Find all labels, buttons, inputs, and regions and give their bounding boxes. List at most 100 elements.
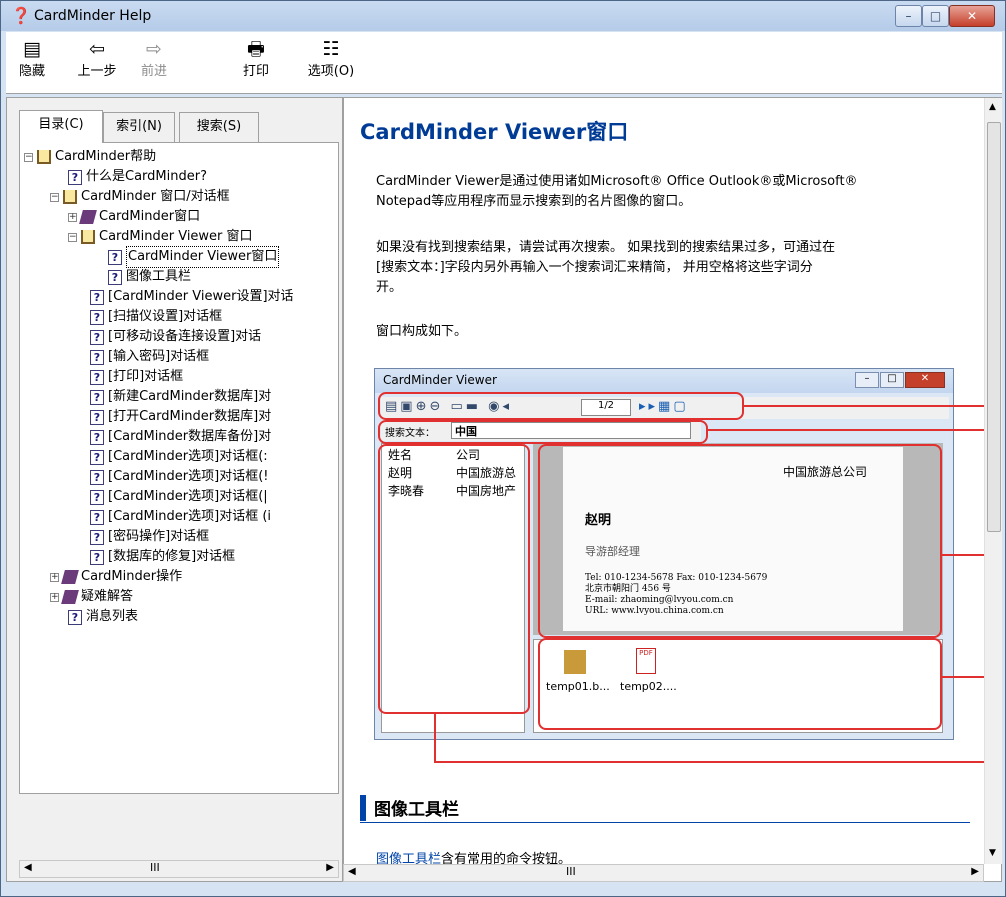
help-topic-icon: ? (90, 369, 104, 385)
topic-vertical-scrollbar[interactable]: ▲ ▼ (984, 98, 1002, 864)
tree-node-topic[interactable]: ? [CardMinder数据库备份]对 (90, 427, 271, 447)
tree-node-topic[interactable]: ? [输入密码]对话框 (90, 347, 209, 367)
close-button[interactable]: ✕ (949, 5, 995, 27)
tree-node-topic[interactable]: ? 什么是CardMinder? (68, 167, 207, 187)
tab-index[interactable]: 索引(N) (103, 112, 175, 142)
help-topic-icon: ? (90, 529, 104, 545)
maximize-button[interactable]: □ (922, 5, 949, 27)
scroll-left-icon[interactable]: ◀ (348, 866, 356, 877)
tree-node-topic[interactable]: ? [密码操作]对话框 (90, 527, 209, 547)
tree-node-topic[interactable]: ? [CardMinder Viewer设置]对话 (90, 287, 294, 307)
tree-node-root[interactable]: − CardMinder帮助 (24, 147, 156, 167)
forward-arrow-icon: ⇨ (146, 38, 162, 60)
tree-node-book[interactable]: − CardMinder 窗口/对话框 (50, 187, 230, 207)
topic-horizontal-scrollbar[interactable]: ◀ III ▶ (343, 864, 984, 882)
topic-pane: CardMinder Viewer窗口 CardMinder Viewer是通过… (343, 97, 1002, 882)
tree-node-book[interactable]: + CardMinder操作 (50, 567, 182, 587)
help-window: ❓ CardMinder Help – □ ✕ ▤ 隐藏 ⇦ 上一步 ⇨ 前进 🖶 打印… (0, 0, 1006, 897)
collapse-icon[interactable]: − (24, 152, 33, 162)
title-bar: ❓ CardMinder Help – □ ✕ (1, 1, 1005, 31)
tree-node-book[interactable]: + CardMinder窗口 (68, 207, 200, 227)
tree-node-topic[interactable]: ? [扫描仪设置]对话框 (90, 307, 222, 327)
collapse-icon[interactable]: − (68, 232, 77, 242)
viewer-titlebar: CardMinder Viewer – □ ✕ (375, 369, 953, 393)
scroll-down-icon[interactable]: ▼ (989, 848, 996, 858)
options-button[interactable]: ☷ 选项(O) (306, 38, 356, 79)
help-topic-icon: ? (90, 329, 104, 345)
help-topic-icon: ? (90, 449, 104, 465)
tree-node-topic[interactable]: ? [可移动设备连接设置]对话 (90, 327, 261, 347)
tree-horizontal-scrollbar[interactable]: ◀ III ▶ (19, 860, 339, 878)
callout-line (942, 676, 984, 678)
closed-book-icon (79, 210, 97, 224)
help-topic-icon: ? (90, 489, 104, 505)
help-topic-icon: ? (90, 549, 104, 565)
tree-node-book[interactable]: + 疑难解答 (50, 587, 133, 607)
layout-paragraph: 窗口构成如下。 (376, 324, 468, 339)
help-topic-icon: ? (90, 469, 104, 485)
minimize-button[interactable]: – (895, 5, 922, 27)
callout-card (538, 444, 942, 638)
expand-icon[interactable]: + (68, 212, 77, 222)
help-topic-icon: ? (90, 429, 104, 445)
forward-button[interactable]: ⇨ 前进 (136, 38, 172, 79)
closed-book-icon (61, 570, 79, 584)
callout-list (378, 444, 530, 714)
navigation-pane: 目录(C) 索引(N) 搜索(S) − CardMinder帮助 ? 什么是Card… (6, 97, 343, 882)
tree-node-book[interactable]: − CardMinder Viewer 窗口 (68, 227, 253, 247)
scroll-left-icon[interactable]: ◀ (24, 862, 32, 873)
hide-button[interactable]: ▤ 隐藏 (14, 38, 50, 79)
expand-icon[interactable]: + (50, 592, 59, 602)
back-button[interactable]: ⇦ 上一步 (74, 38, 120, 79)
scroll-thumb[interactable]: III (566, 865, 576, 878)
help-topic-icon: ? (108, 249, 122, 265)
tree-node-topic[interactable]: ? [新建CardMinder数据库]对 (90, 387, 271, 407)
scroll-right-icon[interactable]: ▶ (971, 866, 979, 877)
collapse-icon[interactable]: − (50, 192, 59, 202)
tree-node-topic[interactable]: ? 图像工具栏 (108, 267, 191, 287)
tree-node-topic[interactable]: ? [CardMinder选项]对话框(| (90, 487, 268, 507)
section-marker (360, 795, 366, 821)
scroll-thumb[interactable]: III (150, 861, 160, 874)
contents-tree: − CardMinder帮助 ? 什么是CardMinder? − CardMinde… (19, 142, 339, 794)
help-topic-icon: ? (68, 609, 82, 625)
tree-node-topic[interactable]: ? [数据库的修复]对话框 (90, 547, 235, 567)
help-topic-icon: ? (90, 509, 104, 525)
help-toolbar: ▤ 隐藏 ⇦ 上一步 ⇨ 前进 🖶 打印 ☷ 选项(O) (6, 32, 1002, 94)
viewer-title: CardMinder Viewer (383, 373, 497, 387)
help-topic-icon: ? (90, 289, 104, 305)
tab-contents[interactable]: 目录(C) (19, 110, 103, 143)
open-book-icon (63, 190, 77, 204)
help-topic-icon: ? (90, 389, 104, 405)
help-topic-icon: ? (90, 349, 104, 365)
callout-search (378, 420, 708, 444)
callout-line (434, 714, 436, 762)
tree-node-topic[interactable]: ? 消息列表 (68, 607, 138, 627)
hide-icon: ▤ (23, 38, 41, 60)
help-topic-icon: ? (68, 169, 82, 185)
open-book-icon (37, 150, 51, 164)
vertical-scroll-thumb[interactable] (987, 122, 1001, 532)
tree-node-topic[interactable]: ? [CardMinder选项]对话框 (i (90, 507, 271, 527)
callout-line (744, 405, 984, 407)
scroll-up-icon[interactable]: ▲ (989, 102, 996, 112)
print-button[interactable]: 🖶 打印 (238, 38, 274, 79)
tree-node-topic[interactable]: ? [打开CardMinder数据库]对 (90, 407, 271, 427)
tree-node-topic[interactable]: ? [打印]对话框 (90, 367, 183, 387)
expand-icon[interactable]: + (50, 572, 59, 582)
section-divider (360, 822, 970, 823)
viewer-close-icon: ✕ (905, 372, 945, 388)
tree-node-topic[interactable]: ? [CardMinder选项]对话框(! (90, 467, 269, 487)
intro-paragraph: CardMinder Viewer是通过使用诸如Microsoft® Offic… (376, 174, 858, 209)
callout-toolbar (378, 392, 744, 420)
help-topic-icon: ? (108, 269, 122, 285)
tree-node-topic[interactable]: ? [CardMinder选项]对话框(: (90, 447, 268, 467)
viewer-maximize-icon: □ (880, 372, 904, 388)
tree-node-topic-selected[interactable]: ? CardMinder Viewer窗口 (108, 246, 280, 268)
tab-search[interactable]: 搜索(S) (179, 112, 259, 142)
scroll-right-icon[interactable]: ▶ (326, 862, 334, 873)
callout-line (434, 761, 984, 763)
page-title: CardMinder Viewer窗口 (360, 120, 629, 144)
closed-book-icon (61, 590, 79, 604)
help-topic-icon: ? (90, 409, 104, 425)
